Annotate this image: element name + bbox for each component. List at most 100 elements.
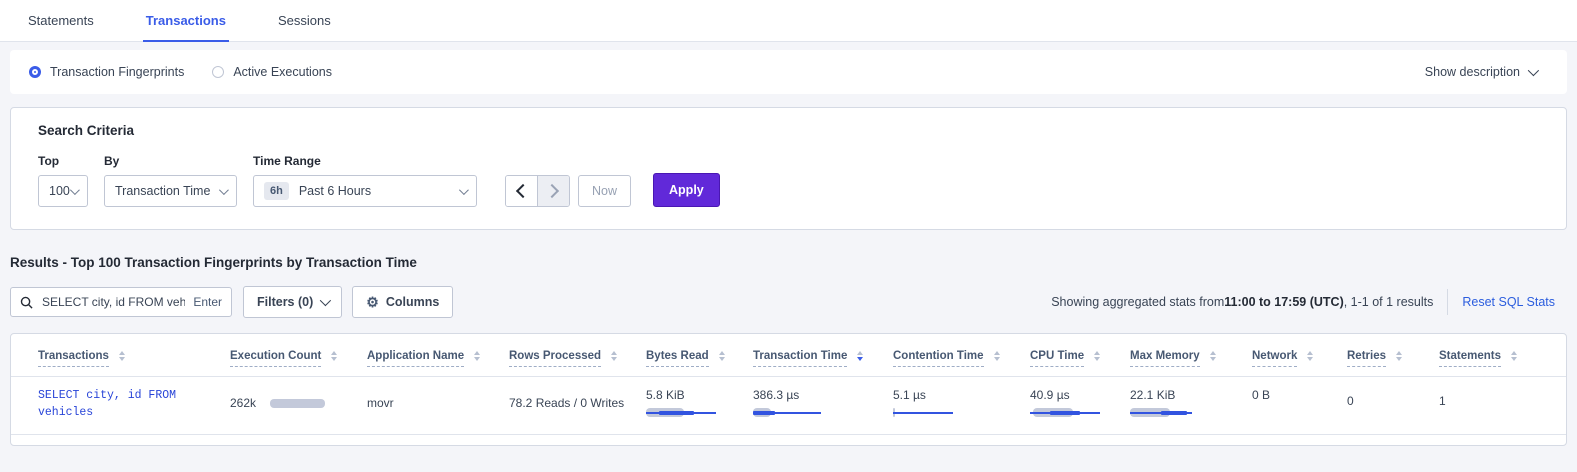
- time-range-label: Time Range: [253, 154, 477, 168]
- max-memory-bar: [1130, 408, 1210, 418]
- transaction-time-value: 386.3 µs: [753, 388, 889, 402]
- stats-suffix: , 1-1 of 1 results: [1344, 295, 1434, 309]
- stats-range: 11:00 to 17:59 (UTC): [1224, 295, 1343, 309]
- top-select[interactable]: 100: [38, 175, 88, 207]
- page-tabs: Statements Transactions Sessions: [0, 0, 1577, 42]
- col-header-bytes-read[interactable]: Bytes Read: [646, 336, 753, 377]
- execution-count-value: 262k: [230, 396, 256, 410]
- radio-unselected-icon[interactable]: [212, 66, 224, 78]
- search-enter-button[interactable]: Enter: [193, 295, 222, 309]
- transaction-time-bar: [753, 408, 833, 418]
- cpu-time-value: 40.9 µs: [1030, 388, 1126, 402]
- cell-network: 0 B: [1252, 377, 1347, 435]
- chevron-right-icon: [545, 184, 559, 198]
- table-header-row: Transactions Execution Count Application…: [11, 336, 1566, 377]
- col-header-statements[interactable]: Statements: [1439, 336, 1566, 377]
- search-criteria-title: Search Criteria: [38, 123, 1539, 138]
- sort-icon[interactable]: [611, 351, 617, 361]
- col-header-network[interactable]: Network: [1252, 336, 1347, 377]
- col-header-retries[interactable]: Retries: [1347, 336, 1439, 377]
- columns-label: Columns: [386, 295, 439, 309]
- col-header-application-name[interactable]: Application Name: [367, 336, 509, 377]
- cell-execution-count: 262k: [230, 377, 367, 435]
- cell-statements: 1: [1439, 377, 1566, 435]
- cell-transaction: SELECT city, id FROM vehicles: [11, 377, 230, 435]
- tab-sessions[interactable]: Sessions: [275, 0, 334, 42]
- aggregated-stats-text: Showing aggregated stats from 11:00 to 1…: [1051, 295, 1433, 309]
- by-label: By: [104, 154, 237, 168]
- show-description-label: Show description: [1425, 65, 1520, 79]
- radio-label: Transaction Fingerprints: [50, 65, 184, 79]
- search-icon: [20, 296, 33, 309]
- transactions-table: Transactions Execution Count Application…: [11, 336, 1566, 435]
- stats-prefix: Showing aggregated stats from: [1051, 295, 1224, 309]
- view-toggle-bar: Transaction Fingerprints Active Executio…: [10, 50, 1567, 94]
- cell-application-name: movr: [367, 377, 509, 435]
- search-input[interactable]: [40, 294, 187, 310]
- bytes-read-bar: [646, 408, 726, 418]
- show-description-toggle[interactable]: Show description: [1425, 65, 1548, 79]
- sort-icon[interactable]: [994, 351, 1000, 361]
- col-header-cpu-time[interactable]: CPU Time: [1030, 336, 1130, 377]
- radio-label: Active Executions: [233, 65, 332, 79]
- sort-icon[interactable]: [1094, 351, 1100, 361]
- top-label: Top: [38, 154, 88, 168]
- filters-button[interactable]: Filters (0): [243, 286, 342, 318]
- time-range-value: Past 6 Hours: [299, 184, 371, 198]
- reset-sql-stats-link[interactable]: Reset SQL Stats: [1462, 295, 1567, 309]
- transaction-fingerprint-link[interactable]: SELECT city, id FROM vehicles: [38, 377, 198, 421]
- col-header-transactions[interactable]: Transactions: [11, 336, 230, 377]
- tab-transactions[interactable]: Transactions: [143, 0, 229, 42]
- chevron-down-icon: [459, 185, 469, 195]
- by-select[interactable]: Transaction Time: [104, 175, 237, 207]
- sort-icon[interactable]: [119, 351, 125, 361]
- sort-icon[interactable]: [1307, 351, 1313, 361]
- columns-button[interactable]: ⚙ Columns: [352, 286, 453, 318]
- tab-statements[interactable]: Statements: [25, 0, 97, 42]
- sort-icon[interactable]: [719, 351, 725, 361]
- top-select-value: 100: [49, 184, 70, 198]
- contention-time-value: 5.1 µs: [893, 388, 1026, 402]
- cell-retries: 0: [1347, 377, 1439, 435]
- sort-icon[interactable]: [1396, 351, 1402, 361]
- vertical-divider: [1447, 289, 1448, 315]
- cell-bytes-read: 5.8 KiB: [646, 377, 753, 435]
- sort-icon[interactable]: [331, 351, 337, 361]
- radio-active-executions[interactable]: Active Executions: [212, 65, 332, 79]
- time-range-stepper: [505, 175, 570, 207]
- time-range-next-button[interactable]: [537, 176, 569, 206]
- contention-time-bar: [893, 408, 973, 418]
- sort-icon[interactable]: [857, 351, 863, 361]
- top-field: Top 100: [38, 154, 88, 207]
- time-range-field: Time Range 6h Past 6 Hours: [253, 154, 477, 207]
- search-criteria-card: Search Criteria Top 100 By Transaction T…: [10, 107, 1567, 230]
- col-header-transaction-time[interactable]: Transaction Time: [753, 336, 893, 377]
- cell-max-memory: 22.1 KiB: [1130, 377, 1252, 435]
- max-memory-value: 22.1 KiB: [1130, 388, 1248, 402]
- results-toolbar: Enter Filters (0) ⚙ Columns Showing aggr…: [10, 286, 1567, 318]
- sort-icon[interactable]: [474, 351, 480, 361]
- now-button[interactable]: Now: [578, 175, 631, 207]
- chevron-down-icon: [70, 185, 80, 195]
- sort-icon[interactable]: [1210, 351, 1216, 361]
- radio-selected-icon[interactable]: [32, 69, 38, 75]
- col-header-rows-processed[interactable]: Rows Processed: [509, 336, 646, 377]
- by-field: By Transaction Time: [104, 154, 237, 207]
- col-header-max-memory[interactable]: Max Memory: [1130, 336, 1252, 377]
- sql-search-box[interactable]: Enter: [10, 287, 232, 317]
- cell-contention-time: 5.1 µs: [893, 377, 1030, 435]
- time-range-select[interactable]: 6h Past 6 Hours: [253, 175, 477, 207]
- results-table-card: Transactions Execution Count Application…: [10, 333, 1567, 446]
- cell-transaction-time: 386.3 µs: [753, 377, 893, 435]
- filters-label: Filters (0): [257, 295, 313, 309]
- apply-button[interactable]: Apply: [653, 173, 720, 207]
- by-select-value: Transaction Time: [115, 184, 210, 198]
- radio-transaction-fingerprints[interactable]: Transaction Fingerprints: [29, 65, 184, 79]
- time-range-prev-button[interactable]: [506, 176, 537, 206]
- sort-icon[interactable]: [1511, 351, 1517, 361]
- execution-count-bar: [270, 399, 325, 408]
- bytes-read-value: 5.8 KiB: [646, 388, 749, 402]
- chevron-down-icon: [1528, 65, 1539, 76]
- col-header-contention-time[interactable]: Contention Time: [893, 336, 1030, 377]
- col-header-execution-count[interactable]: Execution Count: [230, 336, 367, 377]
